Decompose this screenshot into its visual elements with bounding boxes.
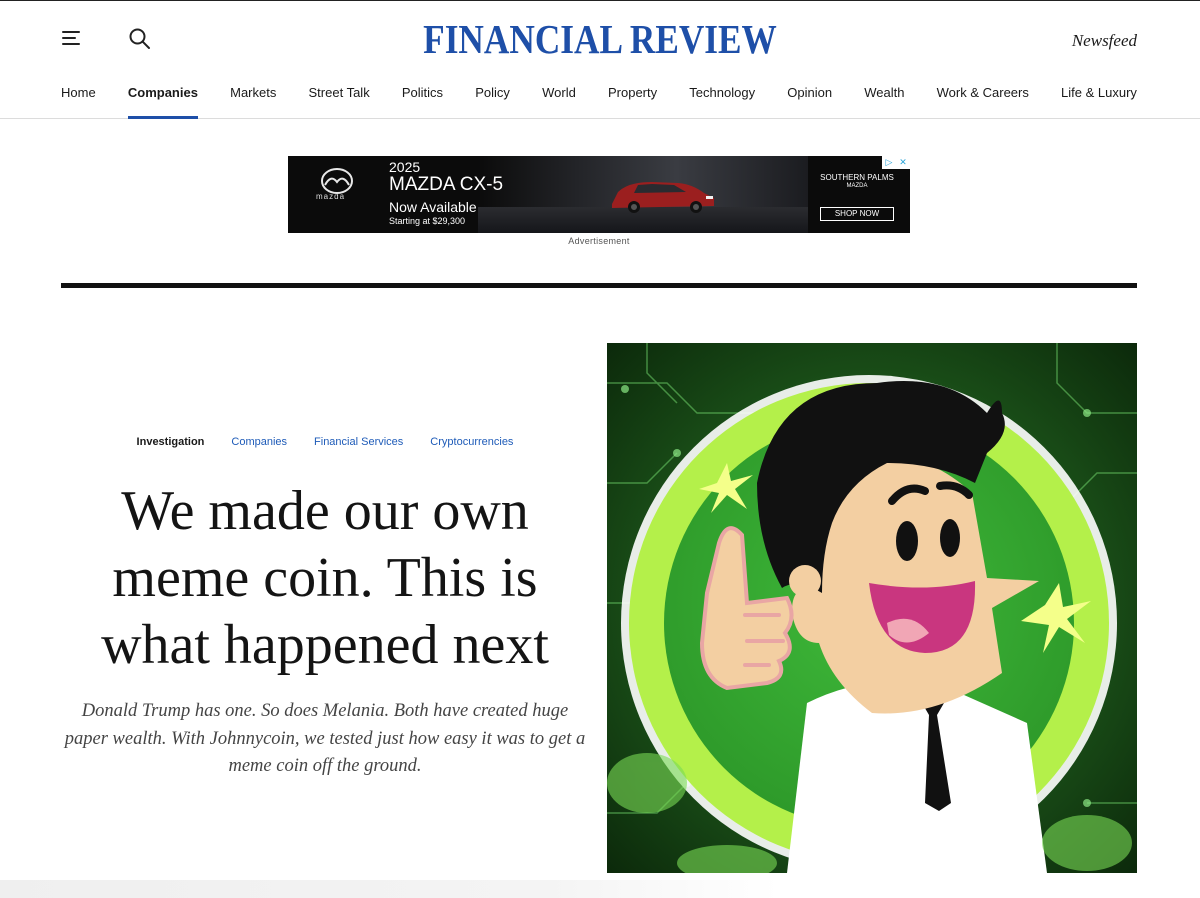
tag-financial-services[interactable]: Financial Services xyxy=(314,436,403,448)
article-standfirst: Donald Trump has one. So does Melania. B… xyxy=(64,701,586,776)
ad-brand-text: mazda xyxy=(316,192,346,201)
hero-image[interactable] xyxy=(607,343,1137,873)
shop-now-button[interactable]: SHOP NOW xyxy=(820,207,894,221)
nav-item-markets[interactable]: Markets xyxy=(230,73,276,119)
nav-item-politics[interactable]: Politics xyxy=(402,73,443,119)
tag-companies[interactable]: Companies xyxy=(231,436,287,448)
article-tags: Investigation Companies Financial Servic… xyxy=(62,436,588,448)
nav-item-life-luxury[interactable]: Life & Luxury xyxy=(1061,73,1137,119)
nav-item-policy[interactable]: Policy xyxy=(475,73,510,119)
nav-item-property[interactable]: Property xyxy=(608,73,657,119)
nav-item-wealth[interactable]: Wealth xyxy=(864,73,904,119)
main-nav: Home Companies Markets Street Talk Polit… xyxy=(0,73,1200,119)
menu-icon[interactable] xyxy=(62,29,84,47)
nav-item-work-careers[interactable]: Work & Careers xyxy=(937,73,1029,119)
nav-item-street-talk[interactable]: Street Talk xyxy=(309,73,370,119)
nav-item-technology[interactable]: Technology xyxy=(689,73,755,119)
ad-dealer: SOUTHERN PALMS MAZDA xyxy=(816,173,898,191)
bottom-shade xyxy=(0,880,780,898)
ad-badges: ▷ ✕ xyxy=(882,156,910,169)
newsfeed-link[interactable]: Newsfeed xyxy=(1072,31,1137,51)
ad-availability: Now Available xyxy=(389,199,477,215)
tag-cryptocurrencies[interactable]: Cryptocurrencies xyxy=(430,436,513,448)
nav-item-opinion[interactable]: Opinion xyxy=(787,73,832,119)
nav-item-home[interactable]: Home xyxy=(61,73,96,119)
close-icon[interactable]: ✕ xyxy=(896,156,910,169)
ad-year: 2025 xyxy=(389,159,421,175)
nav-item-companies[interactable]: Companies xyxy=(127,73,199,119)
site-logo[interactable]: FINANCIAL REVIEW xyxy=(84,15,1116,63)
ad-dealer-sub: MAZDA xyxy=(846,183,868,189)
ad-dealer-name: SOUTHERN PALMS xyxy=(820,173,894,182)
adchoices-icon[interactable]: ▷ xyxy=(882,156,896,169)
tag-investigation[interactable]: Investigation xyxy=(137,436,205,448)
car-image xyxy=(612,182,714,213)
section-divider xyxy=(61,283,1137,288)
ad-label: Advertisement xyxy=(568,236,630,246)
ad-banner[interactable]: mazda 2025 MAZDA CX-5 Now Available Star… xyxy=(288,156,910,233)
site-header: FINANCIAL REVIEW Newsfeed xyxy=(0,1,1200,73)
ad-model: MAZDA CX-5 xyxy=(389,174,504,195)
ad-price: Starting at $29,300 xyxy=(389,216,466,226)
nav-item-world[interactable]: World xyxy=(542,73,576,119)
article-headline[interactable]: We made our own meme coin. This is what … xyxy=(62,478,588,679)
